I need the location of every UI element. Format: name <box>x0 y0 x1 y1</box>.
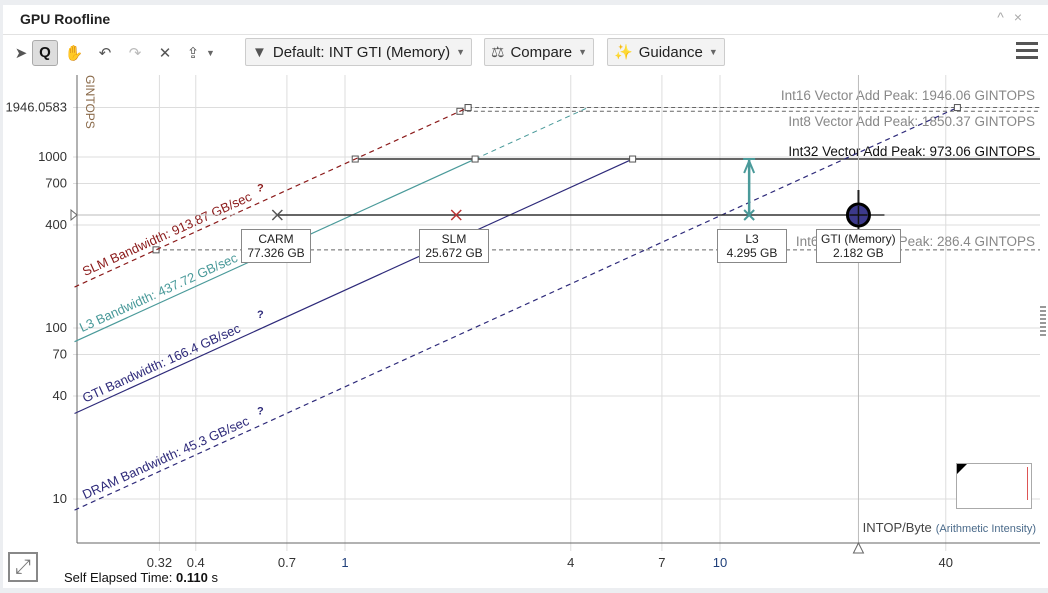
y-axis-title: GINTOPS <box>83 75 97 129</box>
point-label-gti-memory-[interactable]: GTI (Memory) 2.182 GB <box>816 229 901 263</box>
point-traffic: 4.295 GB <box>726 246 778 260</box>
point-label-slm[interactable]: SLM 25.672 GB <box>419 229 489 263</box>
memory-roof-line <box>74 107 958 511</box>
minimap[interactable] <box>956 463 1032 509</box>
help-icon: ? <box>257 309 264 321</box>
x-axis-title-sub: (Arithmetic Intensity) <box>936 523 1036 535</box>
compute-roof-label: Int8 Vector Add Peak: 1850.37 GINTOPS <box>788 114 1035 129</box>
roof-marker <box>629 155 637 163</box>
x-tick-label: 40 <box>939 555 953 570</box>
x-tick-label: 0.32 <box>147 555 172 570</box>
point-traffic: 2.182 GB <box>832 246 884 260</box>
memory-roof-label: DRAM Bandwidth: 45.3 GB/sec <box>80 413 252 502</box>
y-tick-label: 1946.0583 <box>6 100 67 115</box>
expand-icon[interactable]: ⤢ <box>8 552 38 582</box>
elapsed-time: Self Elapsed Time: 0.110 s <box>64 570 218 585</box>
help-icon: ? <box>257 182 264 194</box>
point-name: L3 <box>745 232 759 246</box>
compute-roof-label: Int16 Vector Add Peak: 1946.06 GINTOPS <box>781 88 1035 103</box>
point-label-carm[interactable]: CARM 77.326 GB <box>241 229 311 263</box>
point-name: SLM <box>441 232 467 246</box>
x-tick-label: 1 <box>341 555 348 570</box>
y-marker-triangle <box>70 208 78 222</box>
x-axis-title-main: INTOP/Byte <box>863 520 932 535</box>
point-name: CARM <box>258 232 294 246</box>
x-tick-label: 10 <box>713 555 727 570</box>
x-tick-label: 0.4 <box>187 555 205 570</box>
point-name: GTI (Memory) <box>821 232 896 246</box>
roof-marker <box>953 104 961 112</box>
point-traffic: 25.672 GB <box>425 246 483 260</box>
x-tick-label: 4 <box>567 555 574 570</box>
point-traffic: 77.326 GB <box>247 246 305 260</box>
y-tick-label: 700 <box>45 175 67 190</box>
x-tick-label: 7 <box>658 555 665 570</box>
compute-roof-label: Int32 Vector Add Peak: 973.06 GINTOPS <box>788 144 1035 159</box>
help-icon: ? <box>257 405 264 417</box>
point-label-l3[interactable]: L3 4.295 GB <box>717 229 787 263</box>
x-axis-title: INTOP/Byte (Arithmetic Intensity) <box>863 520 1036 535</box>
elapsed-label: Self Elapsed Time: <box>64 570 173 585</box>
y-tick-label: 400 <box>45 217 67 232</box>
y-tick-label: 100 <box>45 320 67 335</box>
y-tick-label: 70 <box>53 346 67 361</box>
roofline-chart[interactable]: 0.32 0.4 0.7 1 4 7 10 40 1946.0583 1000 700 400 100 7… <box>0 0 1048 593</box>
y-tick-label: 10 <box>53 491 67 506</box>
y-tick-label: 1000 <box>38 149 67 164</box>
elapsed-unit: s <box>211 570 218 585</box>
elapsed-value: 0.110 <box>176 570 208 585</box>
scrollbar-handle[interactable] <box>1040 306 1046 336</box>
x-marker-triangle <box>852 541 865 554</box>
memory-roof-label: GTI Bandwidth: 166.4 GB/sec <box>80 320 243 405</box>
x-tick-label: 0.7 <box>278 555 296 570</box>
roof-marker <box>471 155 479 163</box>
roof-marker <box>464 104 472 112</box>
y-tick-label: 40 <box>53 388 67 403</box>
